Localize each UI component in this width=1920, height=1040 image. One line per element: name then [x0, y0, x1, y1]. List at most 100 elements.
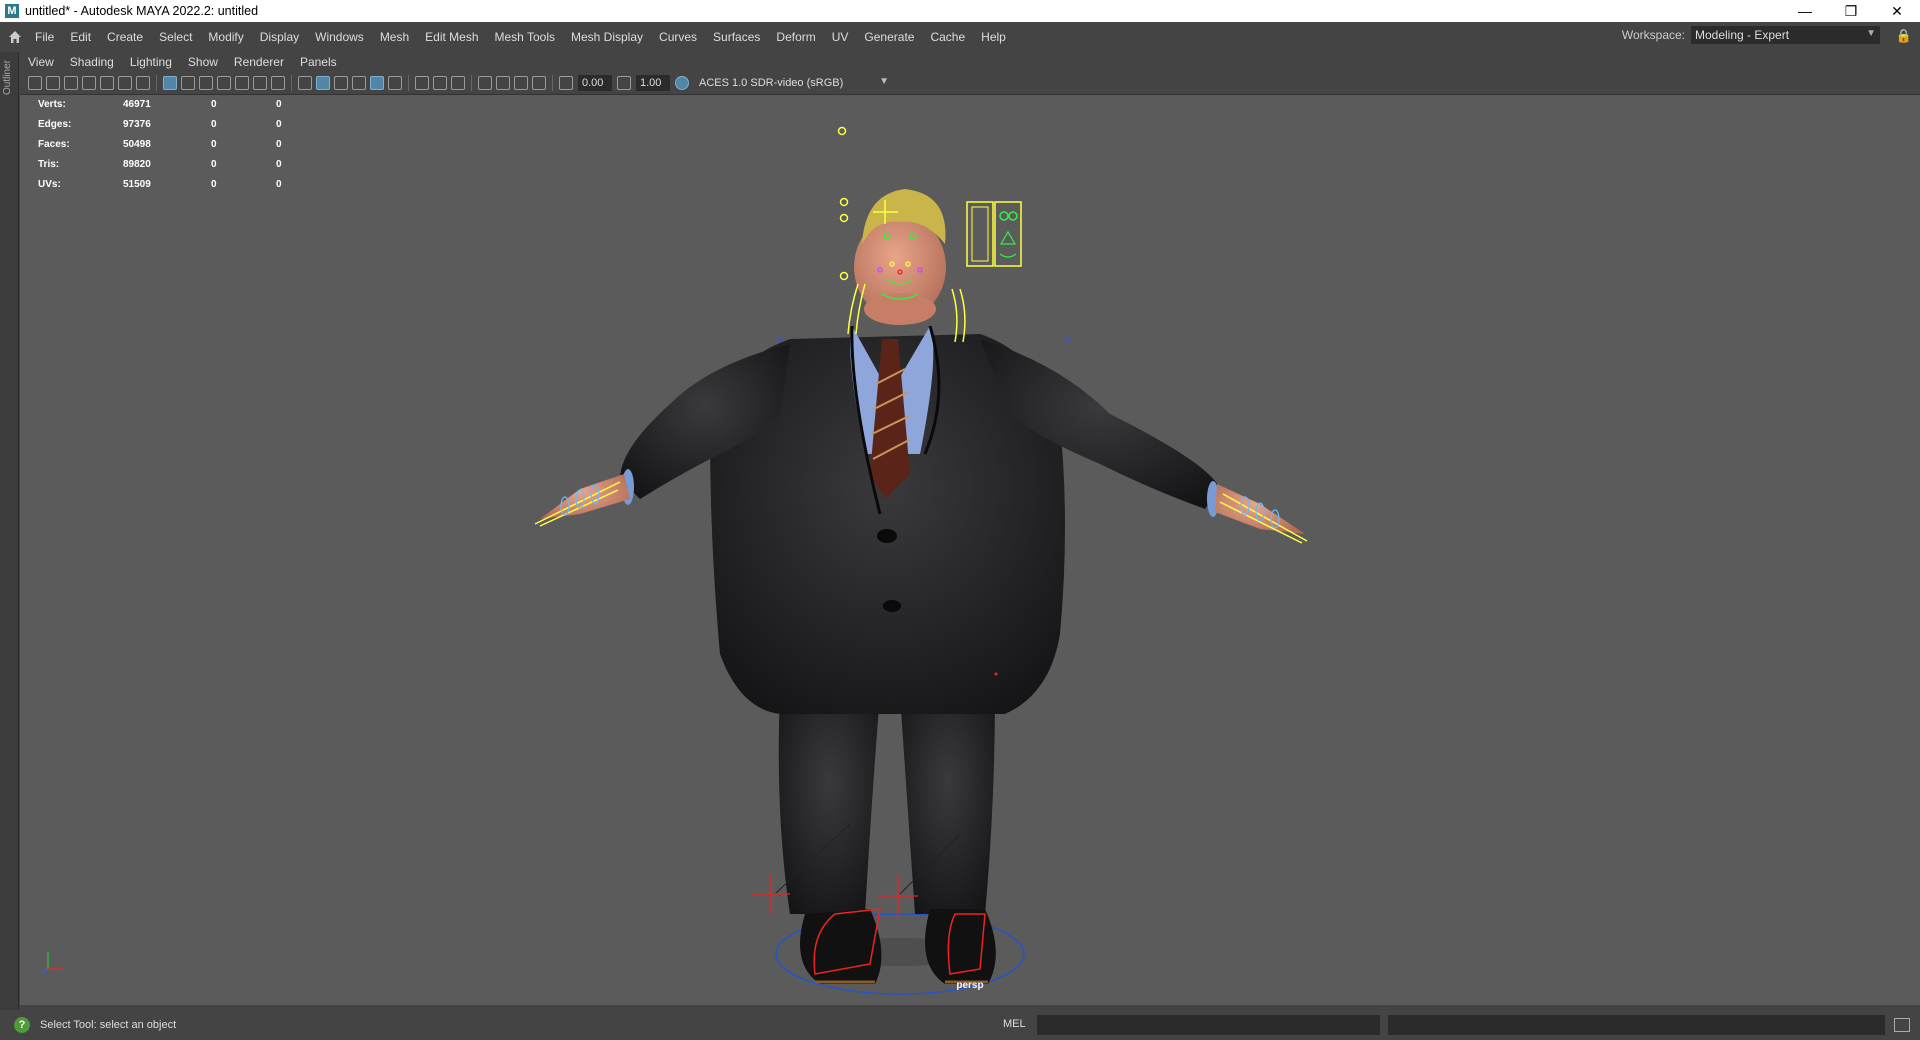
bookmarks-icon[interactable] [64, 76, 78, 90]
workspace-dropdown[interactable]: Modeling - Expert ▼ [1691, 26, 1880, 44]
hud-value: 0 [211, 158, 217, 170]
command-language-toggle[interactable]: MEL [1003, 1018, 1026, 1030]
textured-icon[interactable] [370, 76, 384, 90]
grid-icon[interactable] [163, 76, 177, 90]
menu-edit-mesh[interactable]: Edit Mesh [417, 30, 486, 44]
menu-display[interactable]: Display [252, 30, 307, 44]
menu-cache[interactable]: Cache [922, 30, 973, 44]
resolution-gate-icon[interactable] [199, 76, 213, 90]
panel-menu-lighting[interactable]: Lighting [122, 55, 180, 69]
menu-help[interactable]: Help [973, 30, 1014, 44]
workspace-label: Workspace: [1621, 28, 1685, 42]
camera-name-label: persp [956, 980, 984, 991]
close-icon[interactable]: ✕ [1874, 0, 1920, 22]
menu-deform[interactable]: Deform [768, 30, 823, 44]
panel-menu-view[interactable]: View [20, 55, 62, 69]
panel-menu-bar: View Shading Lighting Show Renderer Pane… [20, 52, 1920, 72]
menu-select[interactable]: Select [151, 30, 200, 44]
left-hand [540, 474, 630, 519]
xray-icon[interactable] [514, 76, 528, 90]
outliner-tab-label: Outliner [2, 60, 13, 96]
3d-viewport[interactable] [20, 94, 1920, 1005]
panel-menu-show[interactable]: Show [180, 55, 226, 69]
menu-modify[interactable]: Modify [200, 30, 251, 44]
menu-surfaces[interactable]: Surfaces [705, 30, 768, 44]
home-icon[interactable] [3, 25, 27, 49]
script-editor-icon[interactable] [1894, 1018, 1910, 1032]
hud-label: Tris: [38, 158, 60, 170]
help-line-text: Select Tool: select an object [40, 1019, 177, 1031]
face-ui-panel[interactable] [966, 201, 1022, 267]
color-space-dropdown[interactable]: ACES 1.0 SDR-video (sRGB) ▼ [695, 75, 891, 91]
shadows-icon[interactable] [415, 76, 429, 90]
hud-row-verts: Verts: 46971 0 0 [38, 94, 316, 114]
maya-app-icon: M [5, 4, 19, 18]
menu-uv[interactable]: UV [824, 30, 857, 44]
restore-icon[interactable]: ❐ [1828, 0, 1874, 22]
default-material-icon[interactable] [334, 76, 348, 90]
knee-pole-vector-left[interactable] [752, 874, 790, 914]
hud-value: 51509 [123, 178, 151, 190]
workspace-selector: Workspace: Modeling - Expert ▼ [1622, 26, 1880, 44]
safe-title-icon[interactable] [271, 76, 285, 90]
workspace-value: Modeling - Expert [1695, 28, 1790, 42]
wireframe-on-shaded-icon[interactable] [352, 76, 366, 90]
help-line: ? Select Tool: select an object MEL [0, 1010, 1920, 1040]
smooth-shade-icon[interactable] [316, 76, 330, 90]
2d-pan-zoom-icon[interactable] [118, 76, 132, 90]
lock-icon[interactable]: 🔒 [1896, 28, 1912, 44]
viewport-panel: View Shading Lighting Show Renderer Pane… [20, 52, 1920, 1005]
panel-menu-panels[interactable]: Panels [292, 55, 345, 69]
grease-pencil-icon[interactable] [100, 76, 114, 90]
exposure-field[interactable]: 0.00 [578, 75, 612, 91]
hud-row-tris: Tris: 89820 0 0 [38, 154, 316, 174]
hud-value: 0 [276, 158, 282, 170]
left-shoe [800, 909, 882, 984]
select-camera-icon[interactable] [28, 76, 42, 90]
menu-file[interactable]: File [27, 30, 62, 44]
menu-generate[interactable]: Generate [856, 30, 922, 44]
minimize-icon[interactable]: — [1782, 0, 1828, 22]
panel-menu-renderer[interactable]: Renderer [226, 55, 292, 69]
hud-value: 0 [211, 138, 217, 150]
menu-windows[interactable]: Windows [307, 30, 372, 44]
xray-joints-icon[interactable] [532, 76, 546, 90]
command-line-input[interactable] [1037, 1015, 1380, 1035]
camera-attributes-icon[interactable] [46, 76, 60, 90]
menu-mesh-display[interactable]: Mesh Display [563, 30, 651, 44]
hud-value: 0 [276, 118, 282, 130]
gamma-icon[interactable] [617, 76, 631, 90]
hud-value: 0 [211, 118, 217, 130]
hud-value: 89820 [123, 158, 151, 170]
menu-mesh-tools[interactable]: Mesh Tools [487, 30, 563, 44]
hud-label: UVs: [38, 178, 61, 190]
left-leg [778, 694, 880, 914]
hud-value: 50498 [123, 138, 151, 150]
color-management-icon[interactable] [675, 76, 689, 90]
isolate-select-icon[interactable] [496, 76, 510, 90]
menu-create[interactable]: Create [99, 30, 151, 44]
panel-menu-shading[interactable]: Shading [62, 55, 122, 69]
right-hand [1215, 484, 1305, 534]
image-plane-icon[interactable] [82, 76, 96, 90]
pencil-icon[interactable] [136, 76, 150, 90]
ambient-occlusion-icon[interactable] [433, 76, 447, 90]
hud-label: Verts: [38, 98, 66, 110]
safe-action-icon[interactable] [253, 76, 267, 90]
menu-mesh[interactable]: Mesh [372, 30, 417, 44]
gate-mask-icon[interactable] [217, 76, 231, 90]
hud-label: Faces: [38, 138, 70, 150]
hud-value: 46971 [123, 98, 151, 110]
outliner-strip[interactable]: Outliner [0, 52, 19, 1010]
menu-curves[interactable]: Curves [651, 30, 705, 44]
field-chart-icon[interactable] [235, 76, 249, 90]
lights-icon[interactable] [388, 76, 402, 90]
wireframe-icon[interactable] [298, 76, 312, 90]
multisample-aa-icon[interactable] [478, 76, 492, 90]
motion-blur-icon[interactable] [451, 76, 465, 90]
menu-edit[interactable]: Edit [62, 30, 99, 44]
exposure-icon[interactable] [559, 76, 573, 90]
film-gate-icon[interactable] [181, 76, 195, 90]
hud-value: 0 [211, 178, 217, 190]
gamma-field[interactable]: 1.00 [636, 75, 670, 91]
